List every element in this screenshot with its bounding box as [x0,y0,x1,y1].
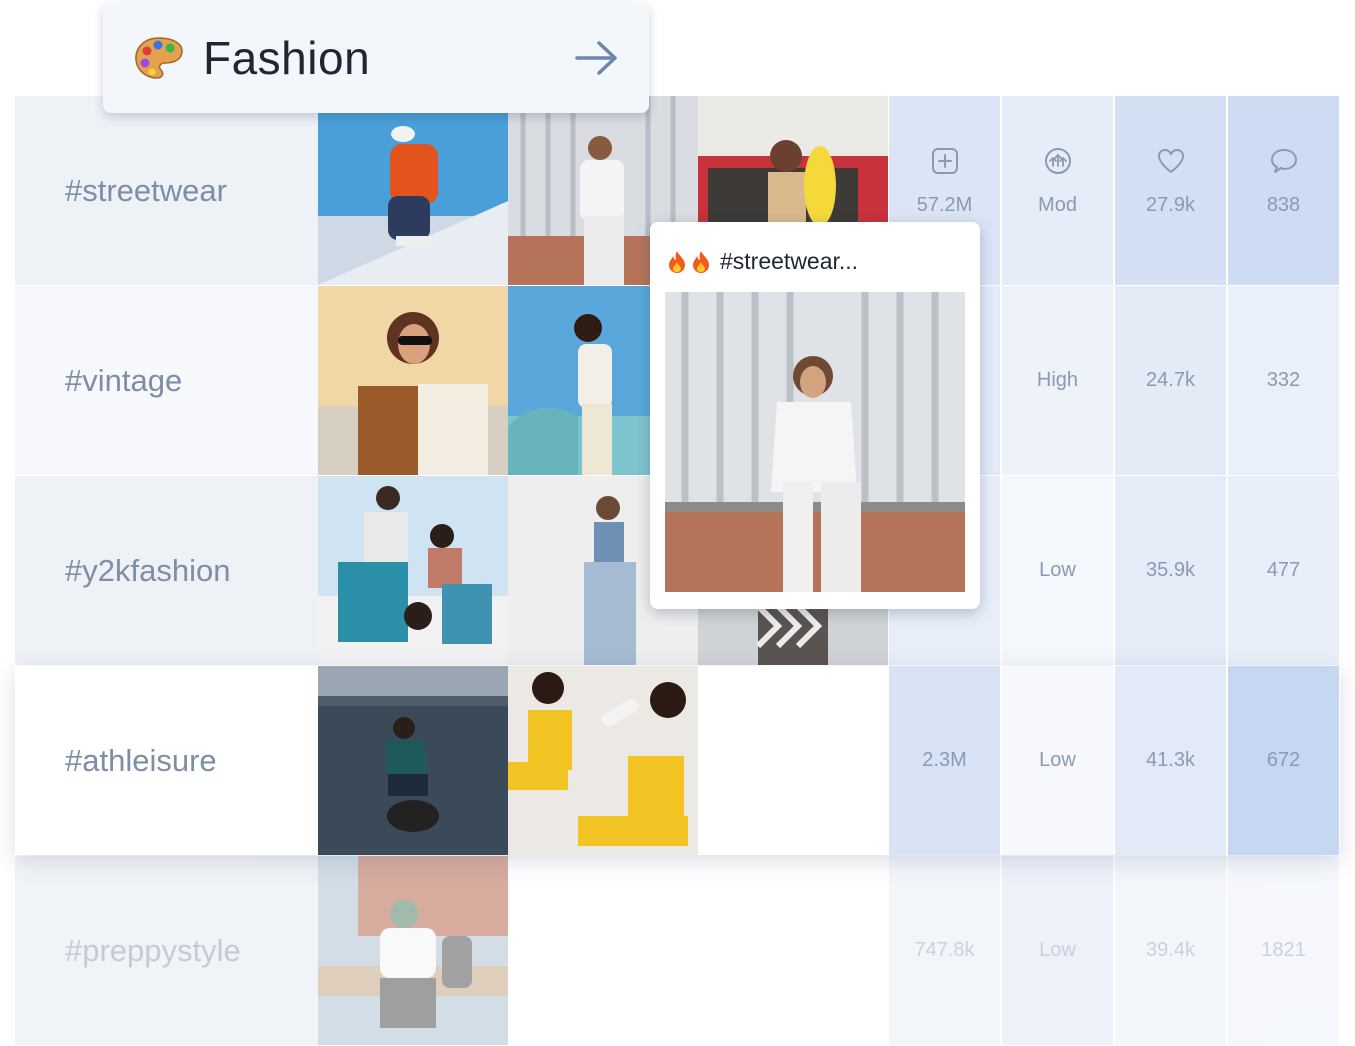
comment-icon [1270,149,1297,173]
fire-icon [669,250,685,273]
posts-count: 2.3M [922,749,967,771]
comments-count: 332 [1266,369,1301,391]
likes-count: 35.9k [1146,559,1195,581]
competition-cell: Low [1002,856,1113,1045]
plus-square-icon [931,148,958,174]
table-row-highlighted[interactable]: #athleisure 2.3M Low 41.3k 672 [15,666,1340,855]
comments-cell: 672 [1228,666,1339,855]
posts-count: 747.8k [914,939,975,961]
posts-count-cell: 2.3M [889,666,1000,855]
post-thumbnail[interactable] [318,286,508,475]
hashtag-label[interactable]: #preppystyle [15,856,318,1045]
popup-hashtag: #streetwear... [720,248,859,274]
post-thumbnail[interactable] [318,96,508,285]
hashtag-label[interactable]: #y2kfashion [15,476,318,665]
posts-count-cell: 747.8k [889,856,1000,1045]
hashtag-label[interactable]: #athleisure [15,666,318,855]
likes-count: 27.9k [1146,194,1195,216]
competition-level: High [1036,369,1079,391]
popup-title: #streetwear... [666,248,858,275]
comments-count: 672 [1266,749,1301,771]
competition-level: Low [1039,749,1076,771]
likes-count: 41.3k [1146,749,1195,771]
competition-level: Low [1039,939,1076,961]
post-thumbnail[interactable] [318,856,508,1045]
post-thumbnail[interactable] [508,666,698,855]
comments-count: 838 [1266,194,1301,216]
post-thumbnail[interactable] [318,476,508,665]
competition-cell: Low [1002,666,1113,855]
comments-count: 1821 [1261,939,1306,961]
category-title: Fashion [203,31,371,84]
competition-cell: Low [1002,476,1113,665]
competition-level: Mod [1038,194,1077,216]
category-header-card[interactable]: Fashion [103,2,649,113]
likes-count: 24.7k [1146,369,1195,391]
likes-cell: 39.4k [1115,856,1226,1045]
likes-cell: 41.3k [1115,666,1226,855]
arrow-right-icon[interactable] [573,38,621,78]
competition-cell: High [1002,286,1113,475]
post-thumbnail[interactable] [318,666,508,855]
comments-cell: 477 [1228,476,1339,665]
comments-cell: 838 [1228,96,1339,285]
posts-count: 57.2M [916,194,973,216]
likes-count: 39.4k [1146,939,1195,961]
popup-post-image[interactable] [665,292,965,592]
comments-cell: 332 [1228,286,1339,475]
palette-icon [135,36,183,79]
post-thumbnail-empty [698,666,888,855]
table-row[interactable]: #preppystyle 747.8k Low 39.4k 1821 [15,856,1340,1045]
likes-cell: 24.7k [1115,286,1226,475]
moderation-icon [1044,148,1071,174]
hashtag-label[interactable]: #vintage [15,286,318,475]
competition-level: Low [1039,559,1076,581]
likes-cell: 27.9k [1115,96,1226,285]
post-preview-popup[interactable]: #streetwear... [650,222,980,609]
hashtag-label[interactable]: #streetwear [15,96,318,285]
comments-cell: 1821 [1228,856,1339,1045]
fire-icon [693,250,709,273]
heart-icon [1157,149,1184,173]
competition-cell: Mod [1002,96,1113,285]
comments-count: 477 [1266,559,1301,581]
likes-cell: 35.9k [1115,476,1226,665]
